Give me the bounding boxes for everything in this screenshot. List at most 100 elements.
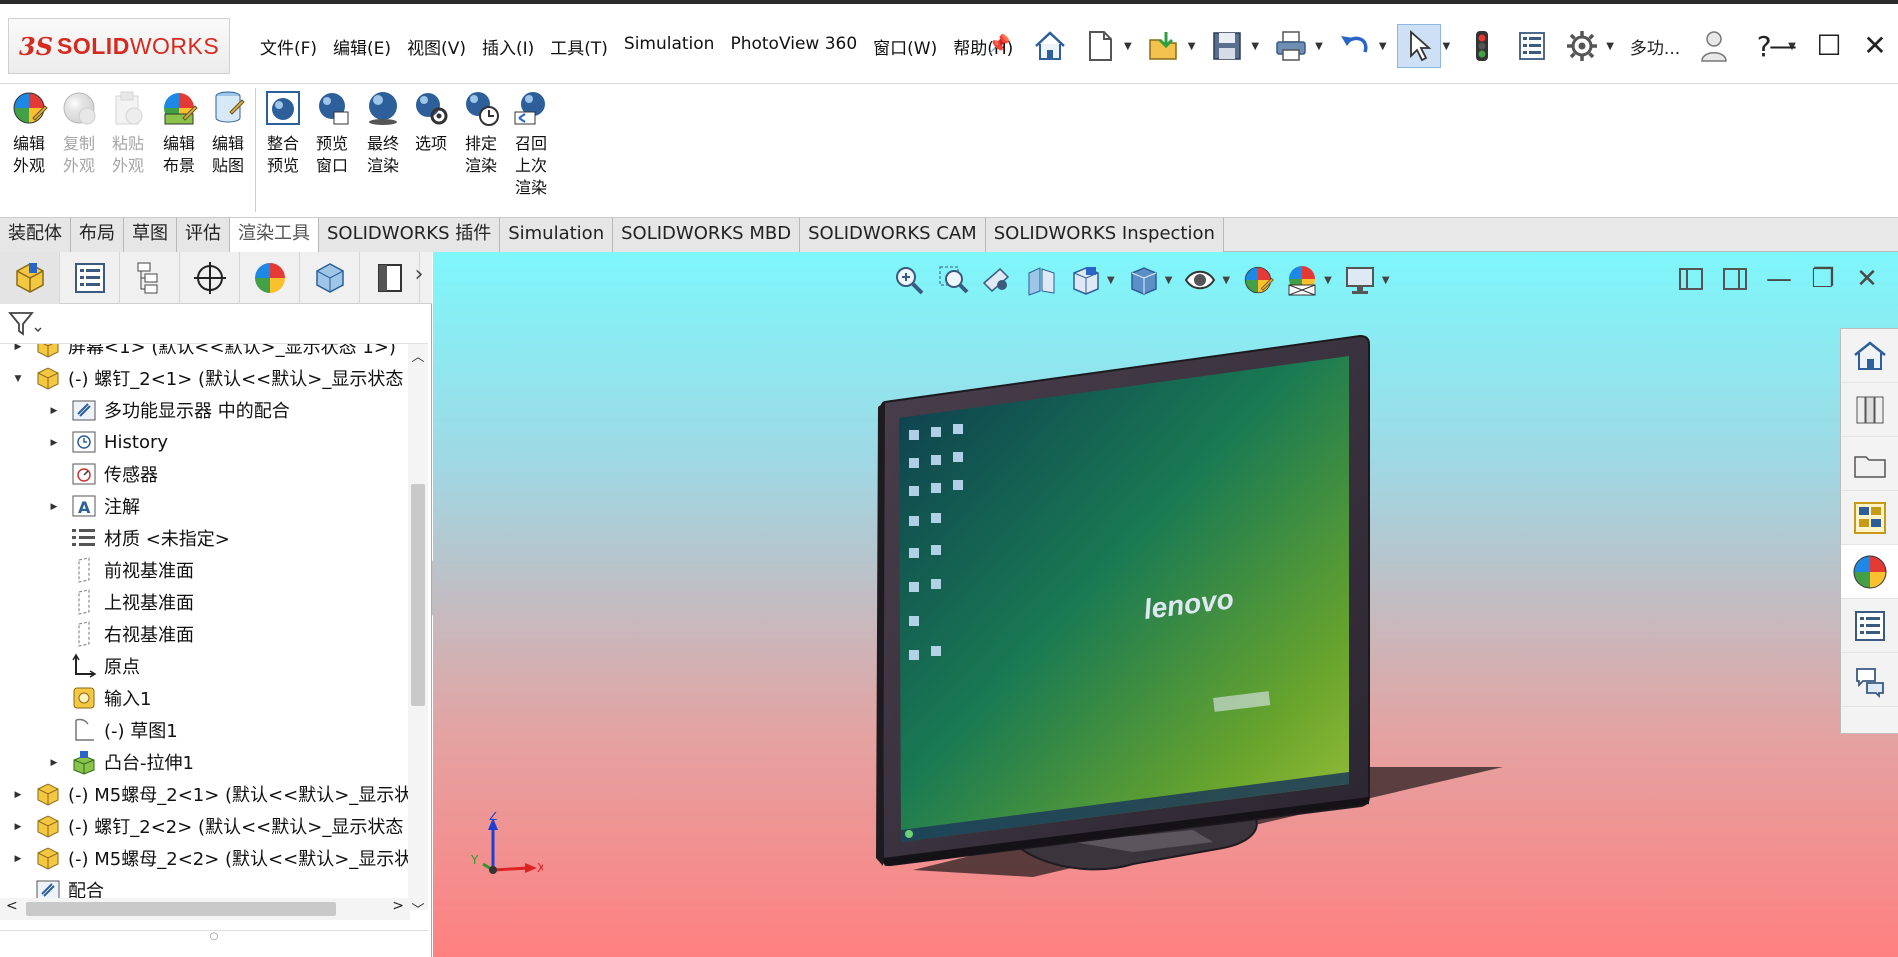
options-gear-icon[interactable] (1560, 24, 1604, 68)
viewport-close-icon[interactable]: ✕ (1850, 262, 1884, 296)
preview-window-button[interactable]: 预览 窗口 (308, 88, 356, 177)
panel-splitter[interactable]: ○ (0, 930, 428, 950)
zoom-to-area-icon[interactable] (933, 260, 973, 300)
menu-item[interactable]: 编辑(E) (325, 34, 399, 59)
displaymanager-icon[interactable] (240, 252, 300, 304)
traffic-light-icon[interactable] (1460, 24, 1504, 68)
tree-item[interactable]: 右视基准面 (46, 618, 194, 650)
solidworks-resources-icon[interactable] (1841, 329, 1898, 383)
tree-item[interactable]: 原点 (46, 650, 140, 682)
tree-item[interactable]: 上视基准面 (46, 586, 194, 618)
tab-5[interactable]: SOLIDWORKS 插件 (319, 218, 501, 252)
tab-4[interactable]: 渲染工具 (230, 218, 319, 252)
tab-1[interactable]: 布局 (71, 218, 124, 252)
expand-arrow-icon[interactable]: ▶ (12, 344, 24, 351)
select-pointer-icon[interactable] (1396, 24, 1441, 68)
expand-arrow-icon[interactable]: ▶ (12, 789, 24, 800)
forum-icon[interactable] (1841, 653, 1898, 707)
menu-item[interactable]: 插入(I) (474, 34, 542, 59)
collapse-arrow-icon[interactable]: ▼ (12, 373, 24, 384)
select-dropdown-caret[interactable]: ▼ (1443, 41, 1451, 52)
file-explorer-icon[interactable] (1841, 437, 1898, 491)
view-palette-icon[interactable] (1841, 491, 1898, 545)
viewport-minimize-icon[interactable]: — (1762, 262, 1796, 296)
menu-item[interactable]: 窗口(W) (865, 34, 945, 59)
schedule-render-button[interactable]: 排定 渲染 (457, 88, 505, 177)
expand-arrow-icon[interactable]: ▶ (48, 757, 60, 768)
tab-2[interactable]: 草图 (124, 218, 177, 252)
scroll-right-icon[interactable]: > (392, 898, 404, 914)
scroll-down-icon[interactable]: ﹀ (408, 899, 428, 918)
tree-item[interactable]: ▶ (-) M5螺母_2<2> (默认<<默认>_显示状 (10, 842, 410, 874)
tree-item[interactable]: ▼ (-) 螺钉_2<1> (默认<<默认>_显示状态 1 (10, 362, 410, 394)
expand-arrow-icon[interactable]: ▶ (12, 853, 24, 864)
monitor-model[interactable]: lenovo (433, 252, 1898, 957)
print-icon[interactable] (1269, 24, 1313, 68)
minimize-icon[interactable]: — (1760, 22, 1806, 68)
tile-right-icon[interactable] (1718, 262, 1752, 296)
tab-8[interactable]: SOLIDWORKS CAM (800, 218, 986, 252)
tree-item[interactable]: ▶ 屏幕<1> (默认<<默认>_显示状态 1>) (10, 344, 396, 362)
heads-up-dropdown-caret[interactable]: ▼ (1165, 275, 1173, 286)
heads-up-dropdown-caret[interactable]: ▼ (1107, 275, 1115, 286)
recall-render-button[interactable]: 召回 上次 渲染 (507, 88, 555, 199)
tree-horizontal-scrollbar[interactable]: < > (0, 898, 410, 920)
new-dropdown-caret[interactable]: ▼ (1124, 41, 1132, 52)
undo-icon[interactable] (1333, 24, 1377, 68)
menu-item[interactable]: Simulation (616, 34, 723, 59)
appearances-scenes-icon[interactable] (1841, 545, 1898, 599)
tile-left-icon[interactable] (1674, 262, 1708, 296)
tree-item[interactable]: 传感器 (46, 458, 158, 490)
menu-item[interactable]: 视图(V) (399, 34, 474, 59)
scroll-left-icon[interactable]: < (6, 898, 18, 914)
tree-item[interactable]: ▶ (-) M5螺母_2<1> (默认<<默认>_显示状 (10, 778, 410, 810)
scroll-thumb-horizontal[interactable] (26, 902, 336, 916)
expand-arrow-icon[interactable]: ▶ (48, 405, 60, 416)
tab-0[interactable]: 装配体 (0, 218, 71, 252)
home-icon[interactable] (1028, 24, 1072, 68)
viewport-restore-icon[interactable]: ❐ (1806, 262, 1840, 296)
expand-arrow-icon[interactable]: ▶ (48, 437, 60, 448)
open-icon[interactable] (1142, 24, 1186, 68)
tab-6[interactable]: Simulation (500, 218, 614, 252)
heads-up-dropdown-caret[interactable]: ▼ (1324, 275, 1332, 286)
tree-item[interactable]: ▶ A 注解 (46, 490, 140, 522)
tree-vertical-scrollbar[interactable]: ︿ ﹀ (408, 344, 428, 918)
tab-7[interactable]: SOLIDWORKS MBD (613, 218, 801, 252)
dimxpert-icon[interactable] (180, 252, 240, 304)
menu-item[interactable]: 工具(T) (542, 34, 616, 59)
tree-item[interactable]: 材质 <未指定> (46, 522, 230, 554)
expand-arrow-icon[interactable]: ▶ (48, 501, 60, 512)
configurationmanager-icon[interactable] (120, 252, 180, 304)
edit-decal-button[interactable]: 编辑 贴图 (204, 88, 252, 177)
paste-appearance-button[interactable]: 粘贴 外观 (104, 88, 152, 177)
design-library-icon[interactable] (1841, 383, 1898, 437)
tree-item[interactable]: (-) 草图1 (46, 714, 178, 746)
close-icon[interactable]: ✕ (1852, 22, 1898, 68)
tree-filter[interactable] (0, 304, 428, 344)
zoom-to-fit-icon[interactable] (889, 260, 929, 300)
tree-item[interactable]: ▶ 多功能显示器 中的配合 (46, 394, 290, 426)
copy-appearance-button[interactable]: 复制 外观 (55, 88, 103, 177)
expand-arrow-icon[interactable]: ▶ (12, 821, 24, 832)
edit-appearance-icon[interactable] (1238, 260, 1278, 300)
tree-item[interactable]: ▶ (-) 螺钉_2<2> (默认<<默认>_显示状态 1 (10, 810, 410, 842)
apply-scene-icon[interactable] (1282, 260, 1322, 300)
menu-item[interactable]: PhotoView 360 (722, 34, 865, 59)
featuremanager-icon[interactable] (0, 252, 60, 304)
save-dropdown-caret[interactable]: ▼ (1251, 41, 1259, 52)
scroll-thumb[interactable] (411, 484, 425, 706)
options-dropdown-caret[interactable]: ▼ (1606, 41, 1614, 52)
chevron-right-icon[interactable]: › (407, 262, 431, 294)
undo-dropdown-caret[interactable]: ▼ (1379, 41, 1387, 52)
tab-9[interactable]: SOLIDWORKS Inspection (985, 218, 1224, 252)
section-view-icon[interactable] (1021, 260, 1061, 300)
maximize-icon[interactable]: ☐ (1806, 22, 1852, 68)
print-dropdown-caret[interactable]: ▼ (1315, 41, 1323, 52)
cam-feature-icon[interactable] (300, 252, 360, 304)
pin-menu-icon[interactable]: 📌 (988, 34, 1010, 55)
custom-properties-icon[interactable] (1841, 599, 1898, 653)
user-icon[interactable] (1692, 24, 1736, 68)
tree-item[interactable]: ▶ History (46, 426, 168, 458)
hide-show-icon[interactable] (1180, 260, 1220, 300)
